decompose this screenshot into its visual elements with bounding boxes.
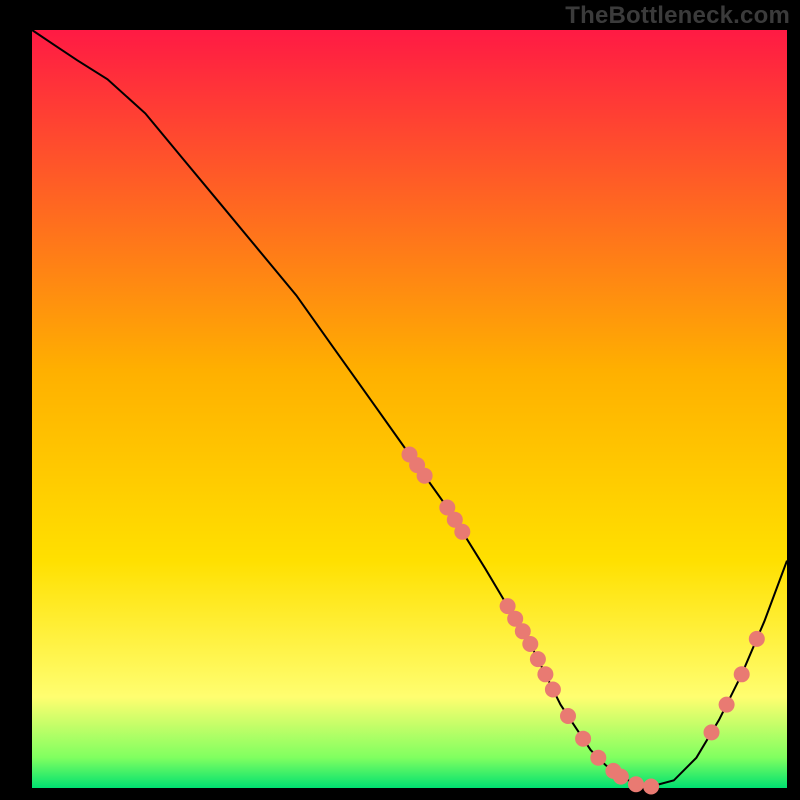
- curve-marker: [613, 769, 629, 785]
- curve-marker: [704, 724, 720, 740]
- curve-marker: [590, 750, 606, 766]
- curve-marker: [643, 779, 659, 795]
- curve-marker: [454, 524, 470, 540]
- chart-frame: TheBottleneck.com: [0, 0, 800, 800]
- curve-marker: [628, 776, 644, 792]
- curve-marker: [719, 697, 735, 713]
- curve-marker: [545, 682, 561, 698]
- curve-marker: [537, 666, 553, 682]
- curve-marker: [417, 468, 433, 484]
- plot-area: [32, 30, 787, 788]
- bottleneck-chart: [0, 0, 800, 800]
- curve-marker: [749, 631, 765, 647]
- curve-marker: [522, 636, 538, 652]
- watermark-text: TheBottleneck.com: [565, 2, 790, 30]
- curve-marker: [560, 708, 576, 724]
- curve-marker: [575, 731, 591, 747]
- curve-marker: [734, 666, 750, 682]
- curve-marker: [530, 651, 546, 667]
